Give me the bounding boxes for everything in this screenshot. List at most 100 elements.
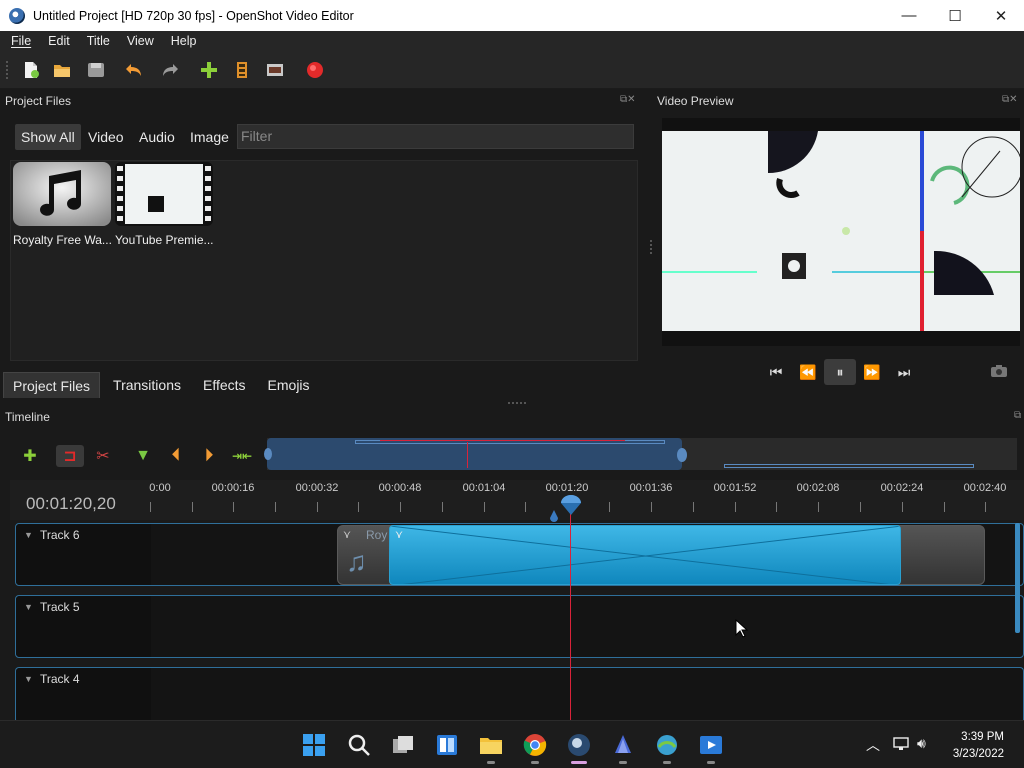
- task-view-icon[interactable]: [391, 733, 415, 757]
- menu-help[interactable]: Help: [165, 34, 203, 48]
- chevron-up-icon[interactable]: ︿: [866, 735, 880, 755]
- app-icon[interactable]: [611, 733, 635, 757]
- next-marker-icon[interactable]: ⏵: [198, 445, 220, 467]
- undo-icon[interactable]: [124, 60, 144, 80]
- filter-video[interactable]: Video: [82, 124, 130, 150]
- tick-label: 00:01:36: [629, 482, 673, 494]
- ruler-tick: [317, 502, 318, 512]
- filter-audio[interactable]: Audio: [133, 124, 181, 150]
- track-header[interactable]: ▼ Track 4: [16, 668, 151, 721]
- track-6[interactable]: ▼ Track 6 Roy ⋎ ⋎ ♫: [15, 523, 1024, 586]
- search-icon[interactable]: [347, 733, 371, 757]
- taskbar: ︿ 🔊︎ 3:39 PM 3/23/2022: [0, 720, 1024, 768]
- fast-forward-icon[interactable]: ⏩: [856, 359, 888, 385]
- menu-edit[interactable]: Edit: [42, 34, 76, 48]
- camera-icon[interactable]: [990, 364, 1008, 378]
- close-button[interactable]: ✕: [978, 0, 1024, 31]
- timeline-ruler[interactable]: 00:01:20,20 0:00 00:00:16 00:00:32 00:00…: [10, 480, 1024, 520]
- clip-menu-icon[interactable]: ⋎: [395, 528, 403, 541]
- panel-float-icon[interactable]: ⧉: [1014, 410, 1021, 421]
- collapse-arrow-icon[interactable]: ▼: [24, 530, 33, 540]
- system-clock[interactable]: 3:39 PM 3/23/2022: [953, 729, 1004, 763]
- menu-view[interactable]: View: [121, 34, 160, 48]
- pause-icon[interactable]: ⏸: [824, 359, 856, 385]
- widgets-icon[interactable]: [435, 733, 459, 757]
- add-marker-icon[interactable]: ▼: [132, 445, 154, 467]
- chrome-icon[interactable]: [523, 733, 547, 757]
- track-5[interactable]: ▼ Track 5: [15, 595, 1024, 658]
- openshot-logo-icon: [9, 7, 25, 24]
- app2-icon[interactable]: [655, 733, 679, 757]
- video-frame: [662, 131, 1020, 331]
- overview-handle-left[interactable]: [264, 448, 272, 460]
- media-player-icon[interactable]: [699, 733, 723, 757]
- video-clip[interactable]: ⋎: [389, 525, 901, 585]
- track-4[interactable]: ▼ Track 4: [15, 667, 1024, 722]
- overview-handle-right[interactable]: [677, 448, 687, 462]
- snapping-icon[interactable]: ⊐: [56, 445, 84, 467]
- tab-emojis[interactable]: Emojis: [259, 372, 319, 398]
- redo-icon[interactable]: [160, 60, 180, 80]
- openshot-icon[interactable]: [567, 733, 591, 757]
- playhead-line[interactable]: [570, 512, 571, 720]
- filter-image[interactable]: Image: [184, 124, 235, 150]
- file-explorer-icon[interactable]: [479, 733, 503, 757]
- add-track-icon[interactable]: ✚: [19, 445, 41, 467]
- start-icon[interactable]: [302, 733, 326, 757]
- minimize-button[interactable]: —: [886, 0, 932, 31]
- panel-float-close-icon[interactable]: ⧉✕: [620, 94, 636, 105]
- new-project-icon[interactable]: [21, 60, 41, 80]
- marker-drop-icon[interactable]: [549, 510, 559, 522]
- tab-transitions[interactable]: Transitions: [104, 372, 190, 398]
- ruler-tick: [818, 502, 819, 512]
- splitter-handle-horizontal[interactable]: [508, 402, 526, 405]
- tick-label: 00:02:24: [880, 482, 924, 494]
- jump-start-icon[interactable]: ⏮: [760, 359, 792, 385]
- jump-end-icon[interactable]: ⏭: [888, 359, 920, 385]
- network-icon[interactable]: [893, 737, 909, 751]
- filter-show-all[interactable]: Show All: [15, 124, 81, 150]
- save-project-icon[interactable]: [86, 60, 106, 80]
- window-controls: — ☐ ✕: [886, 0, 1024, 31]
- toolbar-grip[interactable]: [6, 61, 9, 79]
- tab-project-files[interactable]: Project Files: [3, 372, 101, 398]
- playhead-handle[interactable]: [559, 493, 583, 517]
- track-header[interactable]: ▼ Track 5: [16, 596, 151, 657]
- collapse-arrow-icon[interactable]: ▼: [24, 602, 33, 612]
- video-preview-title: Video Preview: [657, 94, 734, 108]
- track-header[interactable]: ▼ Track 6: [16, 524, 151, 585]
- choose-profile-icon[interactable]: [232, 60, 252, 80]
- ruler-tick: [358, 502, 359, 512]
- volume-icon[interactable]: 🔊︎: [917, 735, 926, 752]
- ruler-tick: [944, 502, 945, 512]
- timeline-overview-scrollbar[interactable]: [264, 438, 1017, 470]
- vertical-scrollbar[interactable]: [1015, 523, 1020, 633]
- file-item-audio[interactable]: Royalty Free Wa...: [13, 161, 113, 247]
- previous-marker-icon[interactable]: ⏴: [165, 445, 187, 467]
- menu-file[interactable]: File: [5, 34, 37, 48]
- maximize-button[interactable]: ☐: [932, 0, 978, 31]
- rewind-icon[interactable]: ⏪: [792, 359, 824, 385]
- export-video-icon[interactable]: [305, 60, 325, 80]
- file-item-video[interactable]: YouTube Premie...: [115, 161, 215, 247]
- import-files-icon[interactable]: [199, 60, 219, 80]
- timeline-title: Timeline: [5, 410, 50, 424]
- tick-label: 00:00:32: [295, 482, 339, 494]
- tab-effects[interactable]: Effects: [194, 372, 255, 398]
- razor-icon[interactable]: ✂: [92, 445, 114, 467]
- ruler-tick: [735, 502, 736, 512]
- tick-label: 00:02:08: [796, 482, 840, 494]
- ruler-tick: [525, 502, 526, 512]
- project-files-title: Project Files: [5, 94, 72, 108]
- center-playhead-icon[interactable]: ⇥⇤: [231, 445, 253, 467]
- clip-menu-icon[interactable]: ⋎: [343, 528, 351, 541]
- fullscreen-icon[interactable]: [265, 60, 285, 80]
- panel-float-close-icon[interactable]: ⧉✕: [1002, 94, 1018, 105]
- menu-title[interactable]: Title: [81, 34, 116, 48]
- open-project-icon[interactable]: [52, 60, 72, 80]
- audio-clip-thumbnail: ♫: [346, 546, 367, 577]
- filter-input[interactable]: Filter: [237, 124, 634, 149]
- splitter-handle[interactable]: [650, 240, 653, 254]
- taskbar-app-indicator: [663, 761, 671, 764]
- collapse-arrow-icon[interactable]: ▼: [24, 674, 33, 684]
